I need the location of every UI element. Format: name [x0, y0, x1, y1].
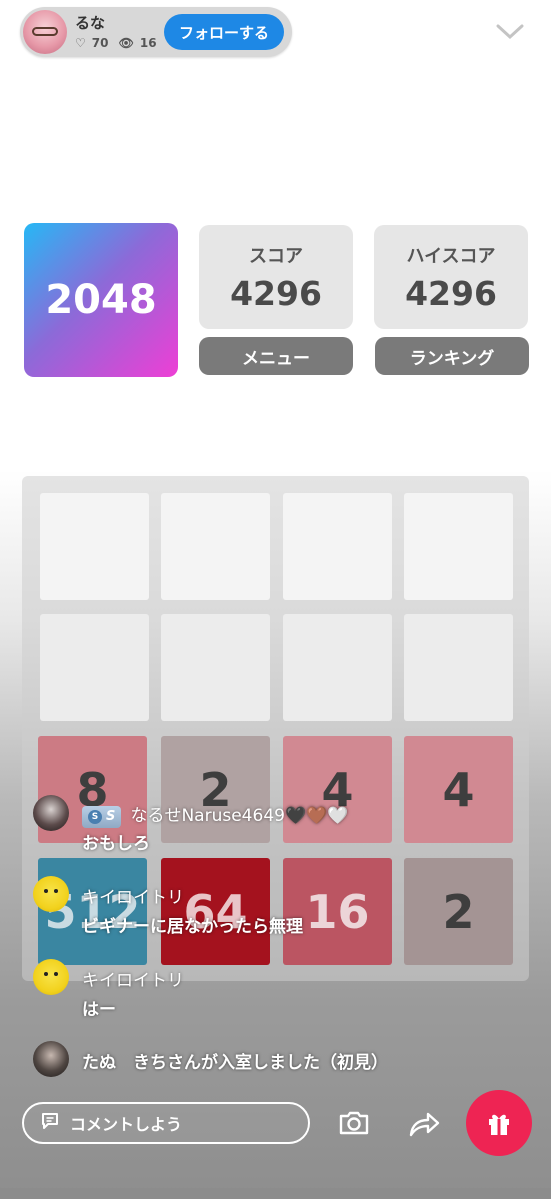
speech-bubble-icon [40, 1111, 60, 1135]
chat-message: はー [82, 1000, 116, 1020]
follow-button[interactable]: フォローする [164, 14, 284, 50]
goth-avatar[interactable] [33, 795, 69, 831]
gift-button[interactable] [466, 1090, 532, 1156]
chat-message: おもしろ [82, 834, 150, 854]
stream-stats: ♡ 70 👁 16 [75, 36, 163, 50]
eye-icon: 👁 [118, 36, 134, 50]
tile-empty [283, 493, 392, 600]
tile-empty [40, 614, 149, 721]
s-rank-badge: S S [82, 805, 122, 828]
camera-icon[interactable] [336, 1105, 372, 1141]
comment-placeholder: コメントしよう [70, 1115, 183, 1134]
streamer-name: るな [75, 14, 106, 32]
share-icon[interactable] [405, 1105, 443, 1141]
menu-button[interactable]: メニュー [199, 337, 353, 375]
ranking-button[interactable]: ランキング [375, 337, 529, 375]
chevron-down-icon[interactable] [496, 22, 524, 42]
system-join-message: たぬ きちさんが入室しました（初見） [82, 1053, 388, 1073]
bottom-edge [0, 1188, 551, 1199]
tile-empty [404, 614, 513, 721]
tile-empty [404, 493, 513, 600]
tile-empty [40, 493, 149, 600]
viewer-count: 16 [139, 36, 157, 50]
streamer-avatar[interactable] [23, 10, 67, 54]
chat-username: なるせNaruse4649🖤🤎🤍 [130, 806, 349, 826]
tile-empty [161, 493, 270, 600]
chick-avatar[interactable] [33, 876, 69, 912]
heart-icon: ♡ [75, 36, 86, 50]
chick-avatar[interactable] [33, 959, 69, 995]
chat-message: ビギナーに居なかったら無理 [82, 917, 303, 937]
tile-2: 2 [404, 858, 513, 965]
score-label: スコア [249, 245, 303, 267]
tile-empty [161, 614, 270, 721]
chat-username: キイロイトリ [82, 971, 184, 991]
game-logo: 2048 [24, 223, 178, 377]
score-value: 4296 [230, 273, 322, 313]
chat-username: キイロイトリ [82, 888, 184, 908]
highscore-value: 4296 [405, 273, 497, 313]
likes-count: 70 [91, 36, 109, 50]
tanuki-avatar[interactable] [33, 1041, 69, 1077]
tile-4: 4 [404, 736, 513, 843]
highscore-label: ハイスコア [406, 245, 496, 267]
comment-input[interactable]: コメントしよう [22, 1102, 310, 1144]
chat-comment-header: S S なるせNaruse4649🖤🤎🤍 [82, 801, 348, 828]
score-box: スコア 4296 [199, 225, 353, 329]
gift-icon [489, 1114, 509, 1135]
tile-empty [283, 614, 392, 721]
highscore-box: ハイスコア 4296 [374, 225, 528, 329]
coin-icon: S [88, 809, 102, 824]
